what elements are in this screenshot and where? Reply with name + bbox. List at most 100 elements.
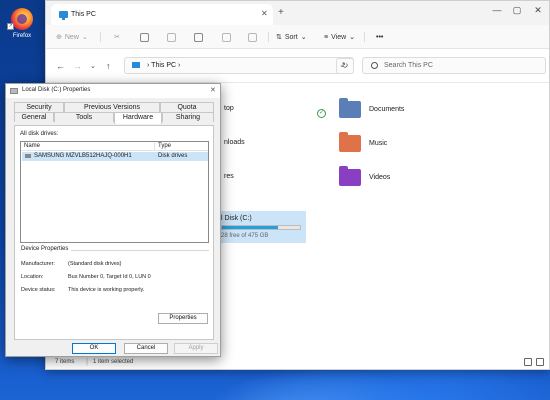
- address-bar[interactable]: › This PC › ⌄: [124, 57, 354, 74]
- manufacturer-label: Manufacturer:: [21, 261, 55, 267]
- folder-videos[interactable]: Videos: [339, 166, 391, 186]
- share-icon: [222, 32, 231, 42]
- column-divider[interactable]: [154, 142, 155, 151]
- search-placeholder: Search This PC: [384, 62, 433, 69]
- item-count: 7 items: [55, 359, 75, 365]
- separator: [268, 32, 269, 42]
- rename-button[interactable]: [194, 31, 203, 43]
- desktop-icon-firefox[interactable]: ↗ Firefox: [4, 8, 40, 39]
- column-header-type[interactable]: Type: [158, 143, 171, 149]
- drive-c[interactable]: l Disk (C:) 28 free of 475 GB: [216, 211, 306, 243]
- breadcrumb-chevron-icon: ›: [178, 62, 181, 69]
- device-properties-button[interactable]: Properties: [158, 313, 208, 324]
- drive-icon: [10, 88, 18, 94]
- clipboard-icon: [167, 32, 176, 42]
- device-properties-title: Device Properties: [21, 246, 72, 252]
- search-icon: [371, 62, 378, 69]
- hardware-panel: All disk drives: Name Type SAMSUNG MZVLB…: [14, 125, 214, 340]
- delete-button[interactable]: [248, 31, 257, 43]
- tab-previous-versions[interactable]: Previous Versions: [64, 102, 160, 112]
- breadcrumb-this-pc[interactable]: This PC: [151, 62, 176, 69]
- list-item[interactable]: SAMSUNG MZVLB512HAJQ-000H1 Disk drives: [22, 152, 208, 161]
- copy-button[interactable]: [140, 31, 149, 43]
- back-button[interactable]: ←: [56, 61, 65, 71]
- tab-quota[interactable]: Quota: [160, 102, 214, 112]
- column-header-name[interactable]: Name: [24, 143, 40, 149]
- maximize-button[interactable]: ▢: [510, 5, 524, 16]
- tab-security[interactable]: Security: [14, 102, 64, 112]
- status-separator: |: [86, 357, 89, 366]
- music-folder-icon: [339, 132, 361, 152]
- recent-locations-button[interactable]: ⌄: [90, 62, 96, 70]
- pictures-folder-label[interactable]: res: [224, 173, 234, 180]
- folder-label: Videos: [369, 174, 391, 181]
- dialog-close-button[interactable]: ✕: [210, 86, 216, 94]
- sort-icon: ⇅: [276, 34, 282, 41]
- location-label: Location:: [21, 274, 44, 280]
- scissors-icon: ✂: [114, 34, 120, 41]
- folder-music[interactable]: Music: [339, 132, 387, 152]
- arrow-right-icon: →: [73, 61, 82, 71]
- tab-tools[interactable]: Tools: [54, 112, 114, 122]
- dialog-title: Local Disk (C:) Properties: [22, 87, 91, 93]
- downloads-folder-label[interactable]: nloads: [224, 139, 245, 146]
- drive-type: Disk drives: [158, 153, 188, 159]
- desktop-icon-label: Firefox: [12, 33, 32, 39]
- minimize-button[interactable]: —: [490, 5, 504, 15]
- ok-button[interactable]: OK: [72, 343, 116, 354]
- see-more-button[interactable]: •••: [376, 31, 383, 43]
- documents-folder-icon: [339, 98, 361, 118]
- location-value: Bus Number 0, Target Id 0, LUN 0: [68, 274, 151, 280]
- firefox-icon: [11, 8, 33, 30]
- sort-button[interactable]: ⇅ Sort ⌄: [276, 31, 307, 43]
- refresh-icon: ↻: [341, 61, 349, 70]
- tab-general[interactable]: General: [14, 112, 54, 122]
- arrow-up-icon: ↑: [106, 61, 111, 71]
- device-properties-group: Device Properties Manufacturer: (Standar…: [20, 246, 209, 336]
- close-window-button[interactable]: ✕: [531, 5, 545, 16]
- command-bar: ⊕ New ⌄ ✂ ⇅ Sort ⌄ ≡ View ⌄ •••: [46, 25, 549, 49]
- status-bar: 7 items | 1 item selected: [46, 355, 549, 369]
- refresh-button[interactable]: ↻: [336, 58, 354, 74]
- selected-count: 1 item selected: [93, 359, 134, 365]
- tiles-view-icon[interactable]: [536, 358, 544, 366]
- forward-button[interactable]: →: [73, 61, 82, 71]
- new-button[interactable]: ⊕ New ⌄: [56, 31, 88, 43]
- new-tab-button[interactable]: +: [278, 7, 284, 18]
- paste-button[interactable]: [167, 31, 176, 43]
- folder-documents[interactable]: Documents: [339, 98, 405, 118]
- properties-dialog: Local Disk (C:) Properties ✕ Security Pr…: [5, 83, 221, 357]
- sort-label: Sort: [284, 33, 298, 41]
- title-bar: This PC ✕ + — ▢ ✕: [46, 1, 549, 25]
- apply-button[interactable]: Apply: [174, 343, 218, 354]
- cancel-button[interactable]: Cancel: [124, 343, 168, 354]
- chevron-down-icon: ⌄: [300, 34, 307, 41]
- share-button[interactable]: [222, 31, 231, 43]
- separator: [100, 32, 101, 42]
- this-pc-icon: [59, 11, 68, 20]
- desktop-folder-label[interactable]: top: [224, 105, 234, 112]
- drive-space: 28 free of 475 GB: [221, 233, 269, 239]
- cut-button[interactable]: ✂: [114, 31, 120, 43]
- more-icon: •••: [376, 33, 384, 41]
- search-box[interactable]: Search This PC: [362, 57, 546, 74]
- up-button[interactable]: ↑: [106, 61, 111, 71]
- folder-label: Documents: [369, 106, 405, 113]
- tab-title: This PC: [71, 11, 96, 18]
- address-path: › This PC ›: [147, 62, 180, 69]
- disk-drive-list[interactable]: Name Type SAMSUNG MZVLB512HAJQ-000H1 Dis…: [20, 141, 209, 243]
- list-header: Name Type: [21, 142, 208, 151]
- view-button[interactable]: ≡ View ⌄: [324, 31, 355, 43]
- tab-this-pc[interactable]: This PC ✕: [51, 4, 273, 25]
- this-pc-icon: [132, 62, 140, 68]
- chevron-down-icon: ⌄: [90, 63, 96, 70]
- close-tab-icon[interactable]: ✕: [261, 9, 268, 18]
- tab-hardware[interactable]: Hardware: [114, 112, 162, 124]
- device-status-label: Device status:: [21, 287, 56, 293]
- details-view-icon[interactable]: [524, 358, 532, 366]
- view-icon: ≡: [324, 33, 329, 41]
- all-disk-drives-label: All disk drives:: [20, 131, 59, 137]
- dialog-title-bar: Local Disk (C:) Properties ✕: [6, 84, 220, 98]
- rename-icon: [194, 32, 203, 42]
- tab-sharing[interactable]: Sharing: [162, 112, 214, 122]
